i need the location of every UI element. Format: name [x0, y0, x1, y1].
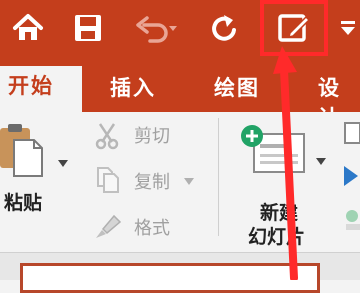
- new-slide-dropdown-icon: [316, 158, 326, 165]
- redo-button[interactable]: [202, 4, 246, 52]
- undo-button[interactable]: [126, 4, 186, 52]
- reset-icon[interactable]: [342, 164, 360, 188]
- copy-dropdown-icon: [184, 178, 194, 185]
- home-button[interactable]: [6, 4, 50, 52]
- format-label: 格式: [134, 218, 170, 239]
- cut-button[interactable]: 剪切: [92, 120, 178, 150]
- copy-label: 复制: [134, 172, 170, 193]
- scissors-icon: [95, 123, 119, 150]
- customize-quick-access-button[interactable]: [336, 4, 360, 52]
- redo-icon: [212, 15, 236, 41]
- tab-insert[interactable]: 插入: [110, 72, 156, 102]
- annotation-arrow: [273, 46, 298, 280]
- home-icon: [13, 14, 43, 40]
- chevron-down-icon: [341, 21, 355, 35]
- format-painter-button[interactable]: 格式: [92, 212, 178, 242]
- layout-icon[interactable]: [344, 122, 360, 144]
- tab-draw[interactable]: 绘图: [214, 72, 260, 102]
- copy-icon: [97, 167, 119, 193]
- group-divider: [218, 118, 219, 236]
- cut-label: 剪切: [134, 126, 170, 147]
- undo-icon: [136, 16, 177, 43]
- copy-button[interactable]: 复制: [92, 166, 200, 196]
- paste-label: 粘贴: [4, 192, 43, 214]
- section-icon[interactable]: [344, 208, 360, 232]
- paste-button[interactable]: 粘贴: [0, 120, 72, 240]
- save-icon: [75, 15, 101, 41]
- paste-icon: [0, 124, 43, 177]
- paintbrush-icon: [96, 214, 122, 238]
- tab-home[interactable]: 开始: [0, 66, 82, 112]
- paste-dropdown-icon: [58, 160, 68, 167]
- save-button[interactable]: [66, 4, 110, 52]
